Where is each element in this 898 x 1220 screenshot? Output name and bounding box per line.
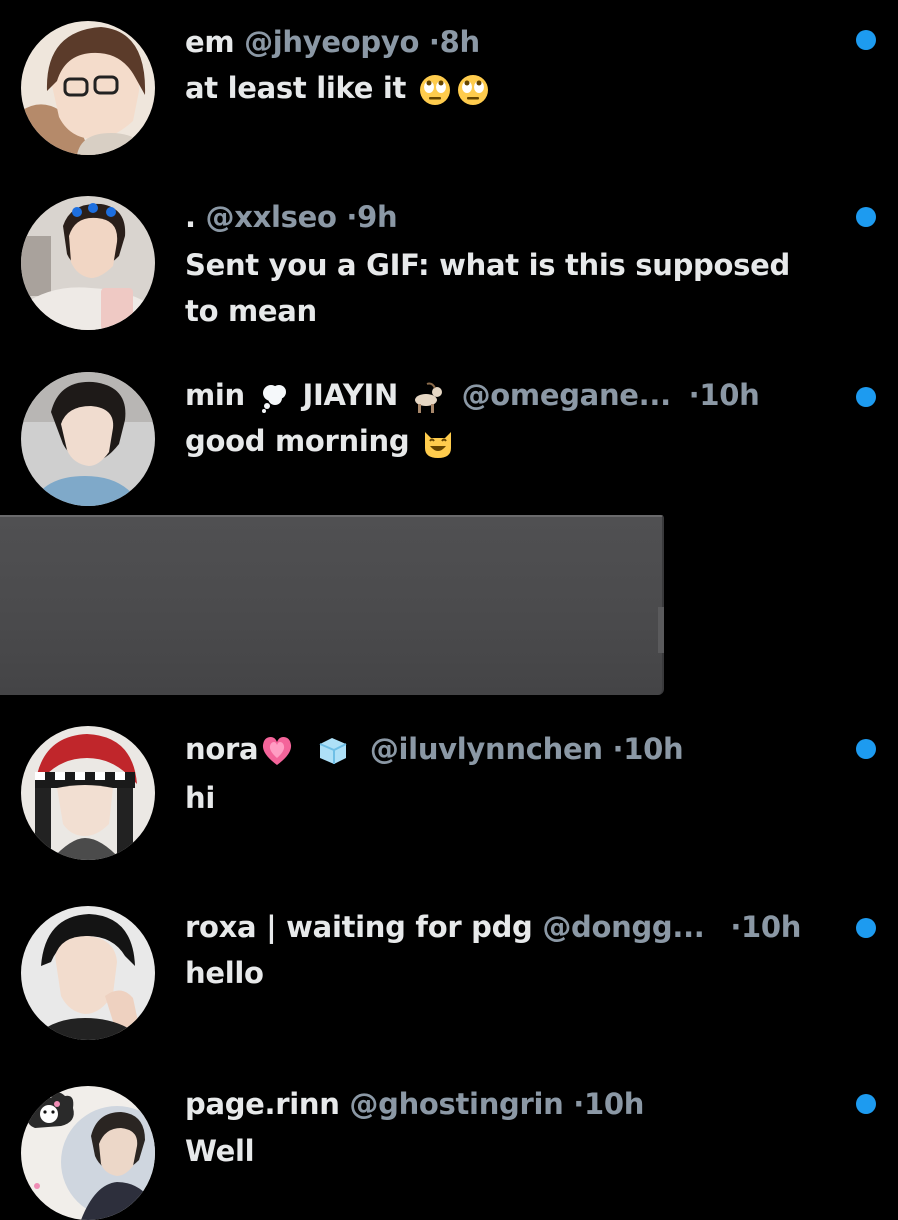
conversation-header: em @jhyeopyo ·8h	[185, 23, 480, 61]
conversation-header: min JIAYIN @omegane... ·10h	[185, 376, 760, 414]
avatar[interactable]	[21, 21, 155, 155]
message-preview-line-1: Sent you a GIF: what is this supposed	[185, 248, 790, 282]
timestamp: 10h	[741, 910, 802, 944]
sender-name: em	[185, 25, 235, 59]
message-preview: good morning	[185, 418, 457, 464]
redaction-block	[0, 515, 664, 695]
separator-dot: ·	[346, 200, 358, 234]
face-with-rolling-eyes-emoji	[418, 73, 452, 107]
conversation-header: nora @iluvlynnchen ·10h	[185, 730, 684, 768]
sender-name: .	[185, 200, 196, 234]
conversation-row[interactable]: min JIAYIN @omegane... ·10h good morning	[0, 355, 898, 515]
separator-dot: ·	[612, 732, 624, 766]
sender-handle: @xxlseo	[205, 200, 337, 234]
timestamp: 10h	[584, 1087, 645, 1121]
unread-indicator	[856, 1094, 876, 1114]
separator-dot: ·	[688, 378, 700, 412]
avatar[interactable]	[21, 196, 155, 330]
conversation-row[interactable]: page.rinn @ghostingrin ·10h Well	[0, 1065, 898, 1220]
sender-name: roxa | waiting for pdg	[185, 910, 533, 944]
message-preview: Well	[185, 1134, 255, 1168]
timestamp: 9h	[357, 200, 398, 234]
conversation-row[interactable]: roxa | waiting for pdg @dongg... ·10h he…	[0, 885, 898, 1065]
message-preview: hello	[185, 956, 264, 990]
sender-name-part-2: JIAYIN	[302, 378, 399, 412]
message-text: good morning	[185, 424, 410, 458]
message-preview: hi	[185, 781, 215, 815]
growing-heart-emoji	[260, 734, 294, 768]
sender-handle: @ghostingrin	[349, 1087, 564, 1121]
thought-balloon-emoji	[257, 380, 291, 414]
separator-dot: ·	[428, 25, 440, 59]
message-preview: at least like it	[185, 65, 492, 111]
unread-indicator	[856, 207, 876, 227]
sender-handle: @dongg...	[542, 910, 705, 944]
conversation-row[interactable]: em @jhyeopyo ·8h at least like it	[0, 0, 898, 170]
unread-indicator	[856, 739, 876, 759]
sender-handle: @iluvlynnchen	[369, 732, 603, 766]
timestamp: 10h	[623, 732, 684, 766]
conversation-header: . @xxlseo ·9h	[185, 198, 398, 236]
face-with-rolling-eyes-emoji	[456, 73, 490, 107]
conversation-row[interactable]: . @xxlseo ·9h Sent you a GIF: what is th…	[0, 175, 898, 355]
unread-indicator	[856, 30, 876, 50]
separator-dot: ·	[573, 1087, 585, 1121]
sender-handle: @jhyeopyo	[244, 25, 420, 59]
avatar[interactable]	[21, 372, 155, 506]
grinning-cat-emoji	[421, 426, 455, 460]
conversation-row[interactable]: nora @iluvlynnchen ·10h hi	[0, 705, 898, 885]
goat-emoji	[410, 380, 444, 414]
separator-dot: ·	[730, 910, 742, 944]
ice-cube-emoji	[316, 734, 350, 768]
timestamp: 10h	[699, 378, 760, 412]
timestamp: 8h	[439, 25, 481, 59]
message-preview-line-2: to mean	[185, 294, 317, 328]
sender-name: nora	[185, 732, 259, 766]
sender-name: min	[185, 378, 245, 412]
redaction-block-edge	[658, 607, 664, 653]
message-text: at least like it	[185, 71, 407, 105]
unread-indicator	[856, 918, 876, 938]
conversation-header: roxa | waiting for pdg @dongg... ·10h	[185, 908, 801, 946]
sender-name: page.rinn	[185, 1087, 340, 1121]
avatar[interactable]	[21, 906, 155, 1040]
unread-indicator	[856, 387, 876, 407]
sender-handle: @omegane...	[461, 378, 672, 412]
avatar[interactable]	[21, 726, 155, 860]
conversation-header: page.rinn @ghostingrin ·10h	[185, 1085, 644, 1123]
